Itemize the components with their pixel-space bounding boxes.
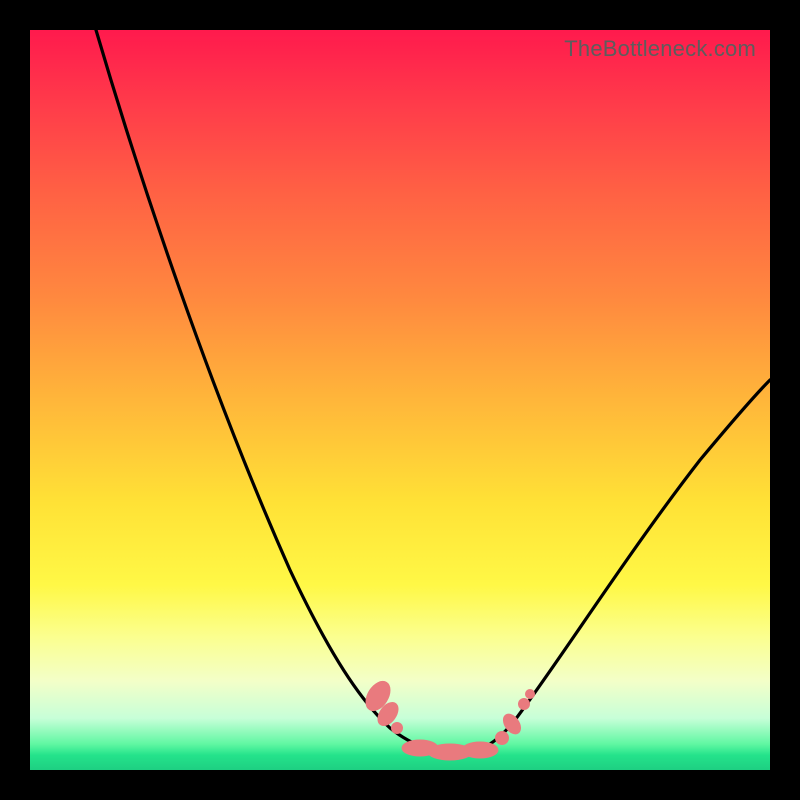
marker-blob [500, 711, 524, 737]
marker-cluster [361, 677, 535, 760]
watermark-text: TheBottleneck.com [564, 36, 756, 62]
curve-left-branch [96, 30, 460, 752]
marker-dot [525, 689, 535, 699]
plot-area: TheBottleneck.com [30, 30, 770, 770]
marker-dot [495, 731, 509, 745]
marker-dot [391, 722, 403, 734]
marker-blob [402, 740, 438, 756]
curve-layer [30, 30, 770, 770]
curve-right-branch [460, 380, 770, 752]
marker-blob [361, 677, 395, 715]
marker-dot [518, 698, 530, 710]
marker-blob [462, 742, 498, 758]
marker-blob [374, 699, 402, 729]
marker-blob [428, 744, 472, 760]
